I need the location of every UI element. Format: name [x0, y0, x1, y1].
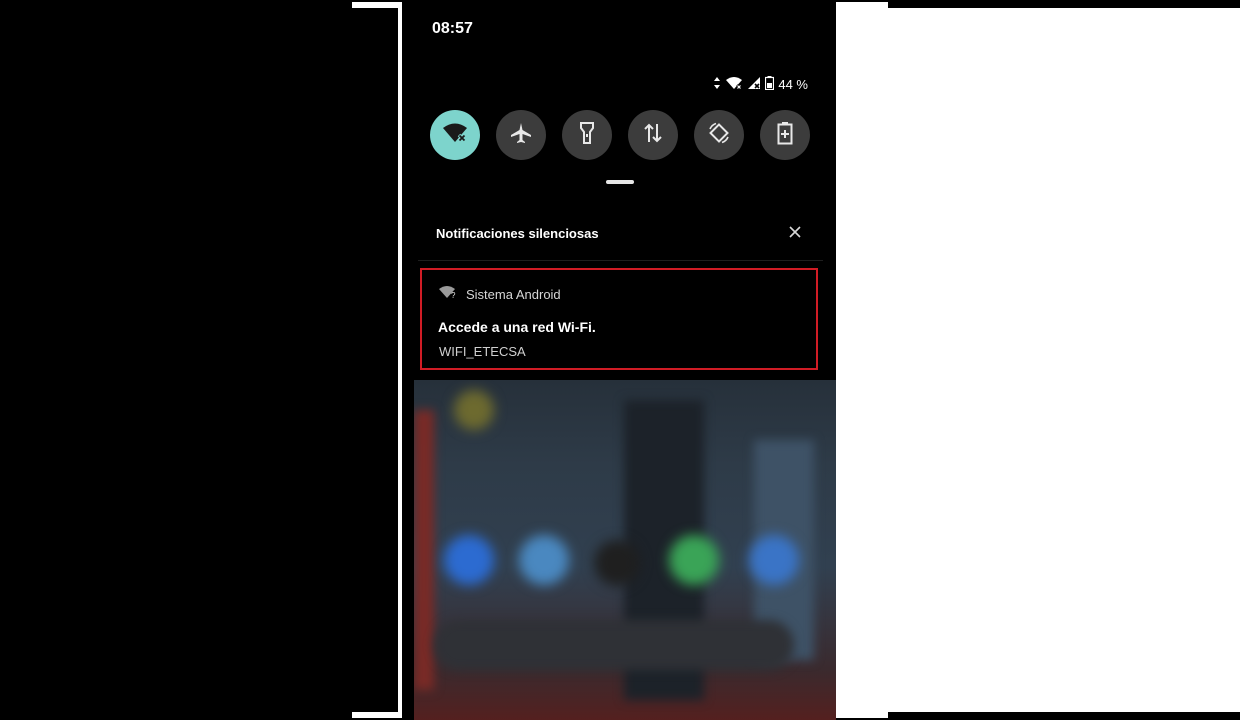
- battery-percent: 44 %: [778, 76, 808, 92]
- dismiss-all-button[interactable]: [785, 224, 805, 244]
- data-arrows-icon: [713, 76, 721, 93]
- blurred-home-wallpaper: [414, 380, 836, 720]
- battery-saver-icon: [777, 121, 793, 150]
- notification-app-row: ? Sistema Android: [438, 285, 561, 304]
- status-clock: 08:57: [432, 20, 473, 37]
- wifi-tile[interactable]: [430, 110, 480, 160]
- quick-settings-tiles: [430, 110, 810, 160]
- signal-no-service-icon: [747, 76, 761, 93]
- wifi-off-icon: [442, 122, 468, 149]
- notification-title: Accede a una red Wi-Fi.: [438, 319, 596, 335]
- status-icons: 44 %: [713, 75, 808, 93]
- quick-settings-drag-handle[interactable]: [606, 180, 634, 184]
- frame-panel-right-wide: [888, 8, 1240, 712]
- notification-card[interactable]: ? Sistema Android Accede a una red Wi-Fi…: [420, 268, 818, 370]
- data-transfer-icon: [642, 122, 664, 149]
- airplane-icon: [509, 121, 533, 150]
- battery-icon: [765, 75, 775, 93]
- wifi-question-icon: ?: [438, 285, 458, 304]
- frame-panel-right: [836, 2, 888, 718]
- rotate-icon: [707, 121, 731, 150]
- notification-text: WIFI_ETECSA: [439, 344, 526, 359]
- close-icon: [789, 225, 801, 243]
- section-title: Notificaciones silenciosas: [436, 226, 599, 241]
- flashlight-tile[interactable]: [562, 110, 612, 160]
- battery-saver-tile[interactable]: [760, 110, 810, 160]
- mobile-data-tile[interactable]: [628, 110, 678, 160]
- frame-bar-left-top: [352, 2, 402, 8]
- notification-app-name: Sistema Android: [466, 287, 561, 302]
- airplane-mode-tile[interactable]: [496, 110, 546, 160]
- frame-bar-left-bottom: [352, 712, 402, 718]
- flashlight-icon: [577, 121, 597, 150]
- frame-bar-left: [398, 2, 402, 718]
- phone-screen: 08:57 44 % Notificaciones silenciosas ? …: [404, 0, 836, 720]
- auto-rotate-tile[interactable]: [694, 110, 744, 160]
- wifi-no-internet-icon: [725, 76, 743, 93]
- svg-text:?: ?: [451, 291, 456, 299]
- silent-notifications-header: Notificaciones silenciosas: [418, 210, 823, 261]
